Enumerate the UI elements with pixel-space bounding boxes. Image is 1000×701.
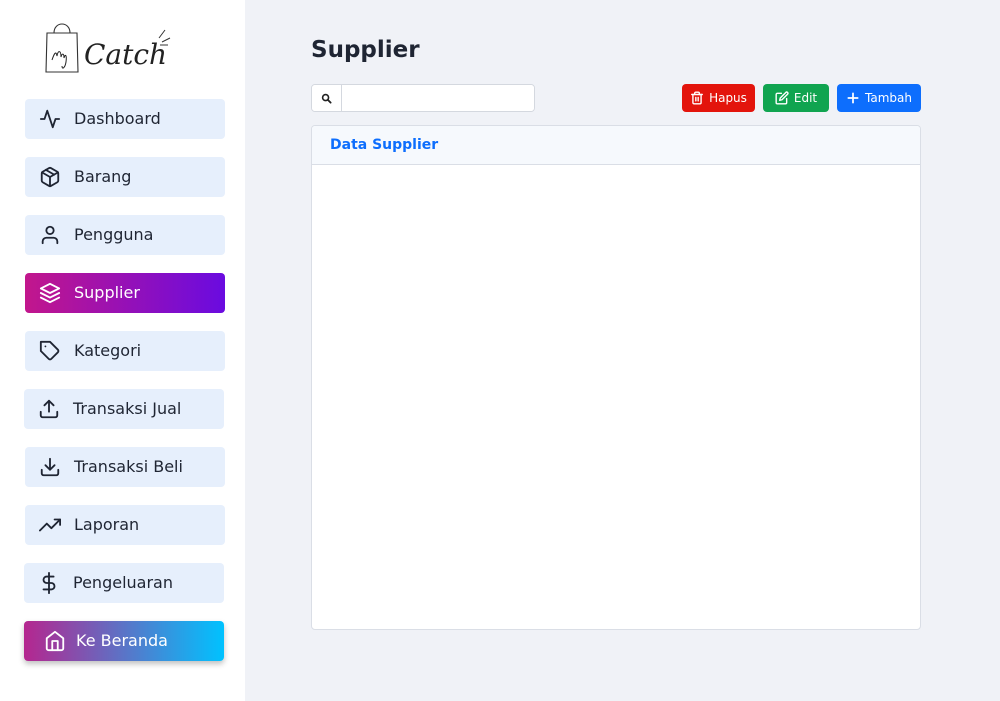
- layers-icon: [39, 282, 61, 304]
- sidebar-item-pengguna[interactable]: Pengguna: [25, 215, 225, 255]
- activity-icon: [39, 108, 61, 130]
- sidebar-item-kategori[interactable]: Kategori: [25, 331, 225, 371]
- search-button[interactable]: [312, 85, 342, 111]
- home-button-label: Ke Beranda: [76, 631, 168, 650]
- sidebar-item-dashboard[interactable]: Dashboard: [25, 99, 225, 139]
- sidebar-item-label: Laporan: [74, 515, 140, 534]
- edit-icon: [775, 91, 789, 105]
- sidebar-item-label: Dashboard: [74, 109, 161, 128]
- edit-button-label: Edit: [793, 91, 818, 105]
- sidebar-item-label: Transaksi Beli: [74, 457, 183, 476]
- upload-icon: [38, 398, 60, 420]
- sidebar-item-barang[interactable]: Barang: [25, 157, 225, 197]
- user-icon: [39, 224, 61, 246]
- trash-icon: [691, 91, 704, 105]
- sidebar-item-label: Supplier: [74, 283, 140, 302]
- sidebar-item-label: Kategori: [74, 341, 142, 360]
- sidebar-item-label: Pengguna: [74, 225, 154, 244]
- sidebar-item-label: Transaksi Jual: [73, 399, 182, 418]
- dollar-sign-icon: [38, 572, 60, 594]
- card-header: Data Supplier: [312, 126, 920, 165]
- sidebar-item-label: Pengeluaran: [73, 573, 173, 592]
- delete-button[interactable]: Hapus: [682, 84, 755, 112]
- supplier-data-card: Data Supplier: [311, 125, 921, 630]
- download-icon: [39, 456, 61, 478]
- add-button[interactable]: Tambah: [837, 84, 921, 112]
- search-bar: [311, 84, 535, 112]
- sidebar-item-laporan[interactable]: Laporan: [25, 505, 225, 545]
- trending-up-icon: [39, 514, 61, 536]
- delete-button-label: Hapus: [709, 91, 747, 105]
- app-logo[interactable]: Catch: [44, 20, 174, 78]
- sidebar-item-label: Barang: [74, 167, 132, 186]
- plus-icon: [847, 92, 859, 104]
- home-icon: [44, 630, 66, 652]
- home-button[interactable]: Ke Beranda: [24, 621, 224, 661]
- search-icon: [321, 93, 332, 104]
- page-title: Supplier: [311, 37, 420, 63]
- sidebar-item-transaksi-beli[interactable]: Transaksi Beli: [25, 447, 225, 487]
- sidebar-item-pengeluaran[interactable]: Pengeluaran: [24, 563, 224, 603]
- box-icon: [39, 166, 61, 188]
- shopping-bag-logo-icon: Catch: [45, 23, 171, 73]
- svg-text:Catch: Catch: [84, 38, 167, 71]
- sidebar-item-supplier[interactable]: Supplier: [25, 273, 225, 313]
- search-input[interactable]: [342, 85, 534, 111]
- tag-icon: [39, 340, 61, 362]
- sidebar: Catch Dashboard Barang Pengguna Supplier…: [0, 0, 245, 701]
- sidebar-item-transaksi-jual[interactable]: Transaksi Jual: [24, 389, 224, 429]
- edit-button[interactable]: Edit: [763, 84, 829, 112]
- add-button-label: Tambah: [865, 91, 912, 105]
